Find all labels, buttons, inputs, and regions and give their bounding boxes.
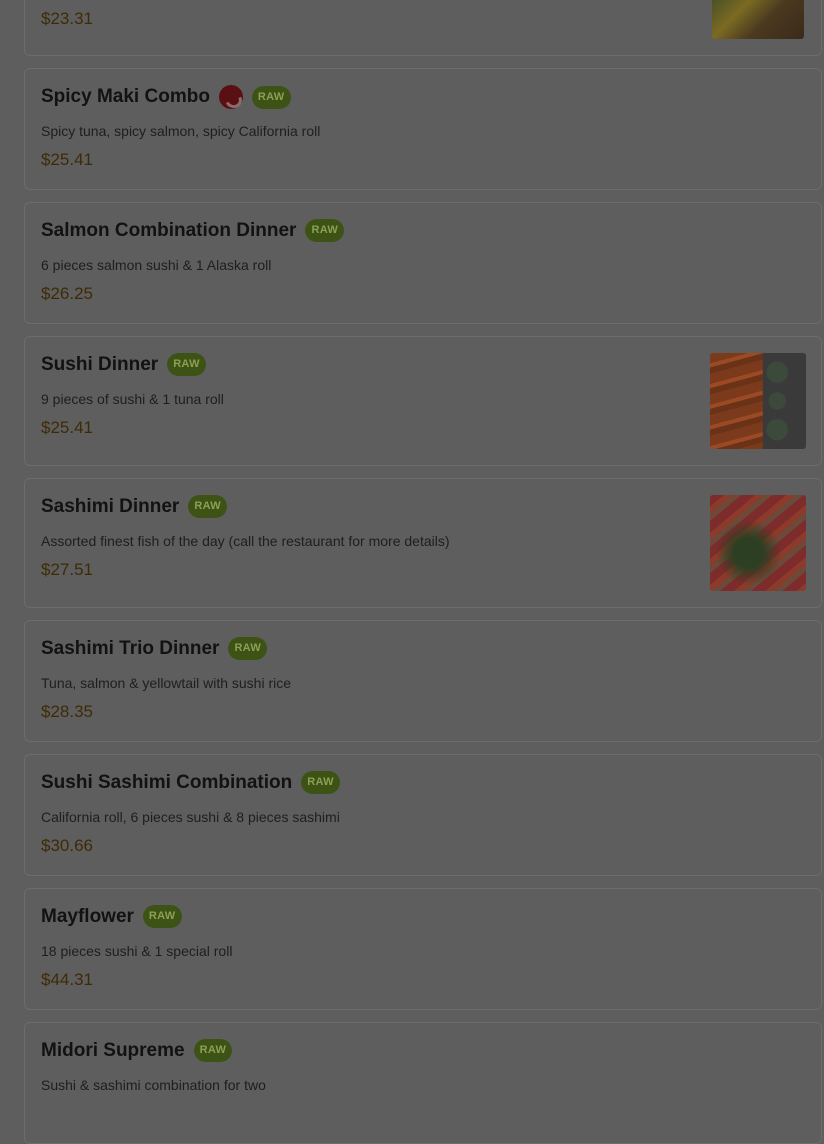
menu-item-card[interactable]: Sushi Sashimi Combination RAW California… — [24, 754, 822, 876]
menu-item-title-row: Salmon Combination Dinner RAW — [41, 219, 345, 242]
raw-badge: RAW — [251, 85, 291, 109]
menu-item-description: 6 pieces salmon sushi & 1 Alaska roll — [41, 257, 272, 273]
menu-item-title-row: Midori Supreme RAW — [41, 1039, 233, 1062]
raw-badge: RAW — [228, 637, 268, 660]
menu-item-price: $30.66 — [41, 836, 93, 855]
menu-item-name: Mayflower — [41, 905, 134, 927]
menu-item-name: Sushi Sashimi Combination — [41, 771, 293, 793]
menu-item-card[interactable]: Spicy Maki Combo RAW Spicy tuna, spicy s… — [24, 68, 822, 190]
menu-item-card[interactable]: Midori Supreme RAW Sushi & sashimi combi… — [24, 1022, 822, 1144]
menu-item-title-row: Spicy Maki Combo RAW — [41, 85, 291, 109]
menu-item-name: Spicy Maki Combo — [41, 86, 210, 107]
menu-item-description: Sushi & sashimi combination for two — [41, 1077, 266, 1093]
menu-item-price: $28.35 — [41, 702, 93, 721]
menu-item-price: $25.41 — [41, 418, 93, 437]
sushi-roll-photo — [710, 353, 806, 449]
raw-badge: RAW — [301, 771, 340, 794]
menu-item-description: California roll, 6 pieces sushi & 8 piec… — [41, 809, 340, 825]
menu-item-description: Tuna, salmon & yellowtail with sushi ric… — [41, 675, 292, 691]
menu-item-card[interactable]: Sushi Dinner RAW 9 pieces of sushi & 1 t… — [24, 336, 822, 466]
menu-item-card[interactable]: Salmon Combination Dinner RAW 6 pieces s… — [24, 202, 822, 324]
food-photo — [712, 0, 804, 39]
menu-item-description: 9 pieces of sushi & 1 tuna roll — [41, 391, 224, 407]
menu-item-description: 18 pieces sushi & 1 special roll — [41, 943, 233, 959]
menu-item-price: $27.51 — [41, 560, 93, 579]
menu-item-card[interactable]: Sashimi Dinner RAW Assorted finest fish … — [24, 478, 822, 608]
menu-page: $23.31 Spicy Maki Combo RAW Spicy tuna, … — [0, 0, 824, 1144]
menu-item-price: $44.31 — [41, 970, 93, 989]
menu-item-card[interactable]: Mayflower RAW 18 pieces sushi & 1 specia… — [24, 888, 822, 1010]
menu-item-card[interactable]: $23.31 — [24, 0, 822, 56]
menu-item-price: $26.25 — [41, 284, 93, 303]
menu-item-name: Midori Supreme — [41, 1039, 185, 1061]
menu-item-name: Sashimi Dinner — [41, 495, 180, 517]
menu-item-name: Sushi Dinner — [41, 353, 159, 375]
spicy-pepper-icon — [218, 85, 243, 109]
menu-item-price: $25.41 — [41, 150, 93, 169]
menu-item-name: Salmon Combination Dinner — [41, 219, 297, 241]
menu-item-card[interactable]: Sashimi Trio Dinner RAW Tuna, salmon & y… — [24, 620, 822, 742]
menu-item-title-row: Sushi Dinner RAW — [41, 353, 206, 376]
raw-badge: RAW — [305, 219, 345, 242]
menu-item-title-row: Mayflower RAW — [41, 905, 182, 928]
menu-item-title-row: Sashimi Trio Dinner RAW — [41, 637, 268, 660]
raw-badge: RAW — [188, 495, 227, 518]
raw-badge: RAW — [142, 905, 182, 928]
menu-item-name: Sashimi Trio Dinner — [41, 637, 220, 659]
menu-item-price: $23.31 — [41, 9, 93, 28]
sashimi-photo — [710, 495, 806, 591]
raw-badge: RAW — [167, 353, 206, 376]
menu-item-description: Spicy tuna, spicy salmon, spicy Californ… — [41, 123, 321, 139]
raw-badge: RAW — [193, 1039, 233, 1062]
menu-item-title-row: Sushi Sashimi Combination RAW — [41, 771, 340, 794]
menu-item-title-row: Sashimi Dinner RAW — [41, 495, 227, 518]
menu-item-description: Assorted finest fish of the day (call th… — [41, 533, 450, 549]
